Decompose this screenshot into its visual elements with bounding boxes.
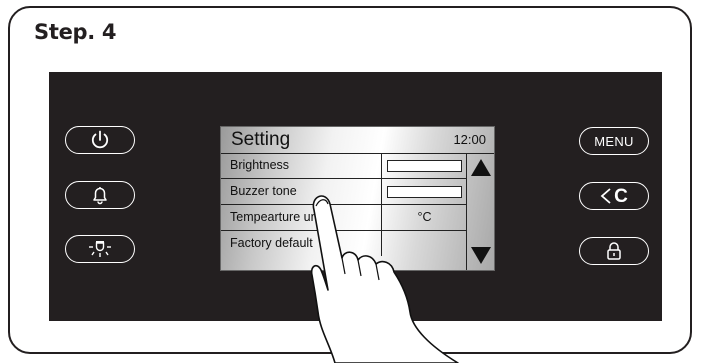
setting-label: Buzzer tone: [230, 184, 297, 198]
chevron-left-icon: [600, 188, 611, 204]
setting-label: Brightness: [230, 158, 290, 172]
up-arrow-icon[interactable]: [471, 159, 491, 176]
menu-label: MENU: [594, 133, 634, 149]
lcd-header: Setting 12:00: [221, 127, 494, 154]
lcd-clock: 12:00: [453, 132, 486, 147]
step-title: Step. 4: [34, 20, 117, 44]
lock-icon: [607, 242, 621, 260]
menu-button[interactable]: MENU: [579, 127, 649, 155]
power-icon: [91, 130, 109, 149]
setting-value: [381, 153, 467, 178]
back-label: C: [614, 185, 628, 207]
back-clear-button[interactable]: C: [579, 182, 649, 210]
lock-button[interactable]: [579, 237, 649, 265]
pointing-hand-icon: [310, 195, 459, 363]
light-button[interactable]: [65, 235, 135, 263]
lcd-title: Setting: [231, 129, 291, 150]
lamp-icon: [89, 241, 111, 257]
bell-icon: [93, 187, 107, 205]
alarm-button[interactable]: [65, 181, 135, 209]
setting-row-brightness[interactable]: Brightness: [221, 153, 466, 179]
power-button[interactable]: [65, 126, 135, 154]
brightness-level-bar: [387, 160, 462, 172]
